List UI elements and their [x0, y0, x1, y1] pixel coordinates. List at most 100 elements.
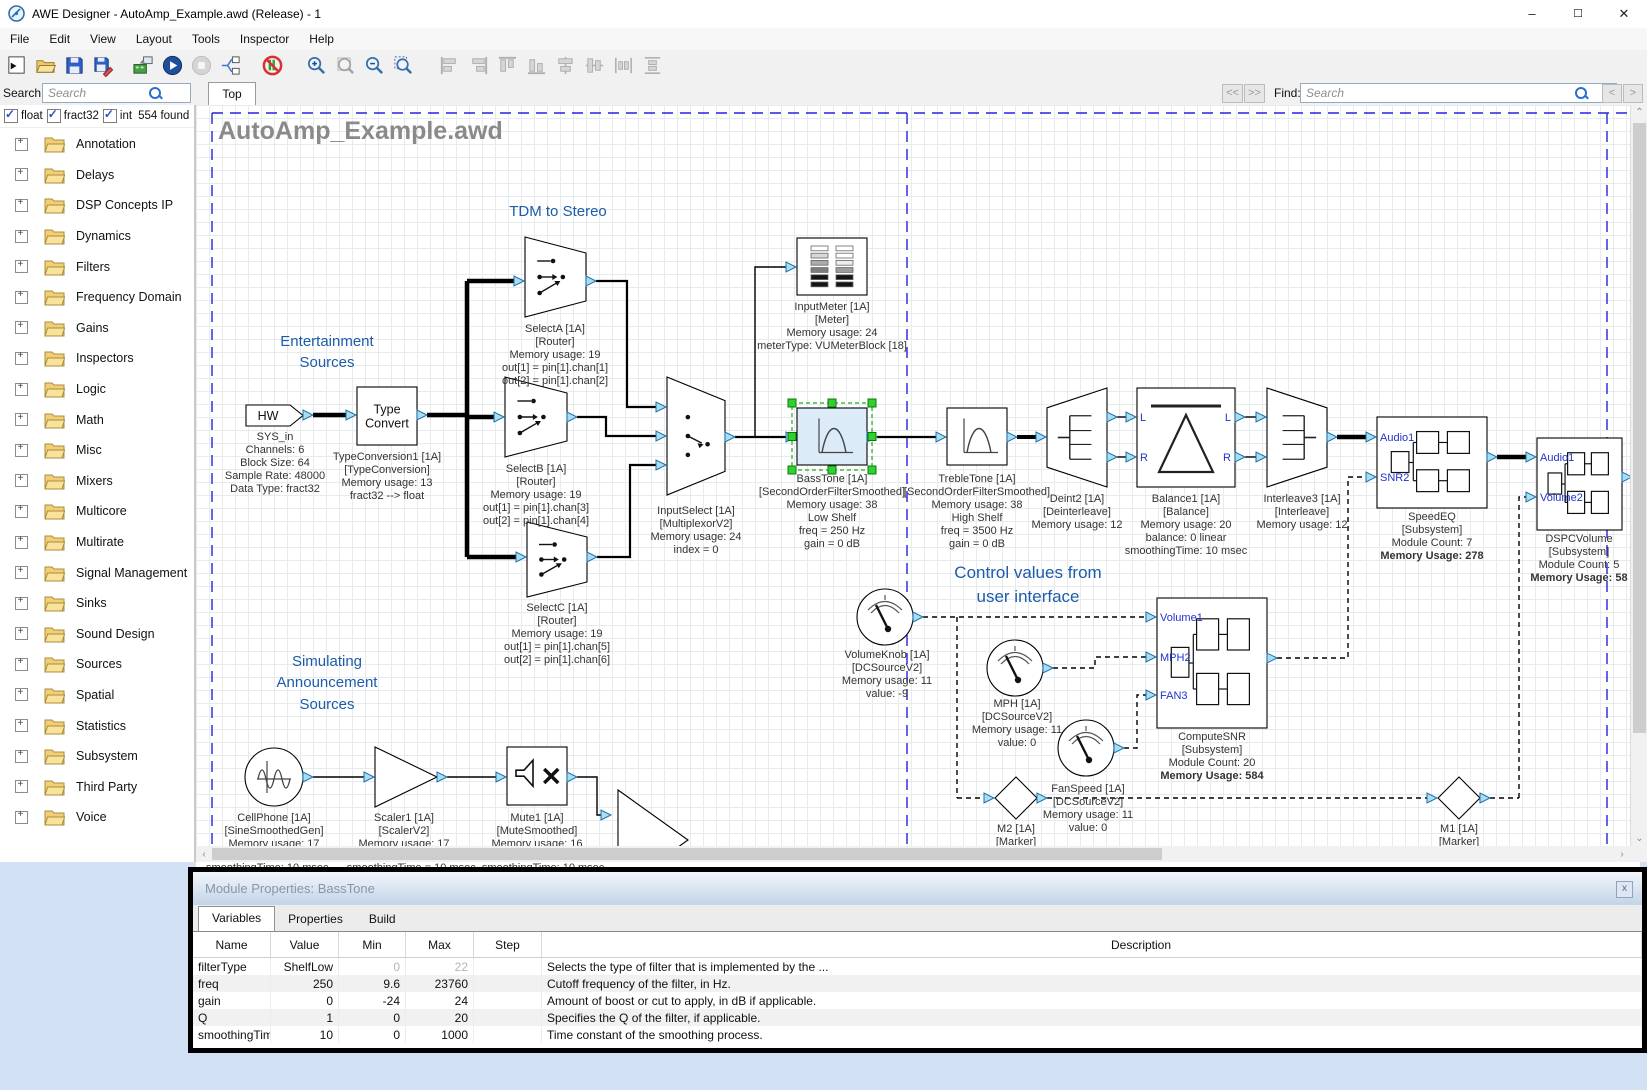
expand-icon[interactable] — [15, 780, 28, 793]
scroll-down-arrow[interactable]: ⌄ — [1631, 833, 1647, 844]
design-canvas[interactable]: HWTypeConvertLRLRAudio1SNR2Audio1Volume2… — [196, 105, 1630, 846]
pin[interactable] — [303, 410, 313, 420]
pin[interactable] — [1622, 472, 1630, 482]
pin[interactable] — [1036, 432, 1046, 442]
pin[interactable] — [417, 410, 427, 420]
pin[interactable] — [1256, 452, 1266, 462]
sidebar-item-dynamics[interactable]: Dynamics — [0, 221, 196, 252]
selection-handle[interactable] — [788, 466, 796, 474]
cell-value[interactable]: ShelfLow — [271, 958, 339, 976]
minimize-button[interactable]: – — [1509, 0, 1555, 28]
cell-value[interactable]: 0 — [271, 992, 339, 1009]
checkbox-int[interactable] — [103, 109, 117, 123]
properties-close-icon[interactable]: x — [1616, 881, 1633, 898]
find-input[interactable] — [1300, 83, 1617, 103]
checkbox-float[interactable] — [4, 109, 18, 123]
expand-icon[interactable] — [15, 658, 28, 671]
sidebar-item-gains[interactable]: Gains — [0, 313, 196, 344]
tab-top[interactable]: Top — [208, 82, 256, 106]
pin[interactable] — [1366, 432, 1376, 442]
pin[interactable] — [936, 432, 946, 442]
find-search-icon[interactable] — [1574, 86, 1588, 100]
pin[interactable] — [601, 810, 611, 820]
block-BassTone[interactable] — [797, 408, 867, 465]
pin[interactable] — [1427, 793, 1437, 803]
pin[interactable] — [364, 772, 374, 782]
sidebar-item-annotation[interactable]: Annotation — [0, 129, 196, 160]
block-Scaler1[interactable] — [375, 747, 437, 807]
pin[interactable] — [516, 552, 526, 562]
cell-value[interactable]: 1 — [271, 1009, 339, 1026]
propagate-icon[interactable] — [217, 53, 243, 79]
expand-icon[interactable] — [15, 199, 28, 212]
selection-handle[interactable] — [828, 399, 836, 407]
pin[interactable] — [514, 276, 524, 286]
sidebar-item-multirate[interactable]: Multirate — [0, 527, 196, 558]
pin[interactable] — [725, 432, 735, 442]
maximize-button[interactable]: ☐ — [1555, 0, 1601, 28]
menu-tools[interactable]: Tools — [182, 32, 230, 46]
expand-icon[interactable] — [15, 719, 28, 732]
horizontal-scroll-thumb[interactable] — [212, 848, 1162, 860]
variable-row-filterType[interactable]: filterTypeShelfLow022Selects the type of… — [193, 958, 1642, 976]
pin[interactable] — [1007, 432, 1017, 442]
wire[interactable] — [1277, 477, 1366, 658]
variable-row-freq[interactable]: freq2509.623760Cutoff frequency of the f… — [193, 975, 1642, 992]
pin[interactable] — [786, 262, 796, 272]
open-icon[interactable] — [32, 53, 58, 79]
sidebar-item-misc[interactable]: Misc — [0, 435, 196, 466]
pin[interactable] — [1146, 690, 1156, 700]
wire[interactable] — [577, 417, 656, 436]
expand-icon[interactable] — [15, 566, 28, 579]
expand-icon[interactable] — [15, 444, 28, 457]
save-icon[interactable] — [61, 53, 87, 79]
wire[interactable] — [596, 281, 656, 407]
tab-variables[interactable]: Variables — [198, 906, 275, 931]
cell-value[interactable]: 10 — [271, 1026, 339, 1043]
deploy-icon[interactable] — [130, 53, 156, 79]
new-design-icon[interactable] — [3, 53, 29, 79]
menu-inspector[interactable]: Inspector — [230, 32, 299, 46]
close-button[interactable]: ✕ — [1601, 0, 1647, 28]
sidebar-item-voice[interactable]: Voice — [0, 802, 196, 833]
pin[interactable] — [1146, 652, 1156, 662]
pin[interactable] — [913, 612, 923, 622]
sidebar-item-sound-design[interactable]: Sound Design — [0, 619, 196, 650]
wire[interactable] — [1519, 497, 1526, 798]
expand-icon[interactable] — [15, 597, 28, 610]
menu-help[interactable]: Help — [299, 32, 344, 46]
pin[interactable] — [587, 552, 597, 562]
sidebar-item-sources[interactable]: Sources — [0, 649, 196, 680]
pin[interactable] — [1526, 452, 1536, 462]
halt-icon[interactable] — [259, 53, 285, 79]
block-InputMeter[interactable] — [797, 238, 867, 295]
selection-handle[interactable] — [828, 466, 836, 474]
pin[interactable] — [1235, 452, 1245, 462]
checkbox-fract32[interactable] — [47, 109, 61, 123]
pin[interactable] — [656, 460, 666, 470]
block-M2[interactable] — [995, 777, 1037, 819]
expand-icon[interactable] — [15, 138, 28, 151]
scroll-up-arrow[interactable]: ⌃ — [1631, 107, 1647, 118]
sidebar-item-statistics[interactable]: Statistics — [0, 710, 196, 741]
tab-build[interactable]: Build — [356, 908, 409, 931]
scroll-left-arrow[interactable]: ‹ — [198, 849, 210, 860]
expand-icon[interactable] — [15, 688, 28, 701]
pin[interactable] — [1107, 452, 1117, 462]
find-prev-button[interactable]: < — [1602, 84, 1622, 103]
expand-icon[interactable] — [15, 750, 28, 763]
wire[interactable] — [577, 777, 601, 815]
pin[interactable] — [567, 412, 577, 422]
vertical-scrollbar[interactable]: ⌃ ⌄ — [1630, 105, 1647, 846]
zoom-in-icon[interactable] — [303, 53, 329, 79]
pin[interactable] — [1126, 412, 1136, 422]
wire[interactable] — [755, 267, 786, 437]
play-icon[interactable] — [159, 53, 185, 79]
selection-handle[interactable] — [868, 466, 876, 474]
pin[interactable] — [567, 772, 577, 782]
expand-icon[interactable] — [15, 627, 28, 640]
pin[interactable] — [346, 410, 356, 420]
selection-handle[interactable] — [788, 399, 796, 407]
pin[interactable] — [1480, 793, 1490, 803]
pin[interactable] — [1526, 492, 1536, 502]
